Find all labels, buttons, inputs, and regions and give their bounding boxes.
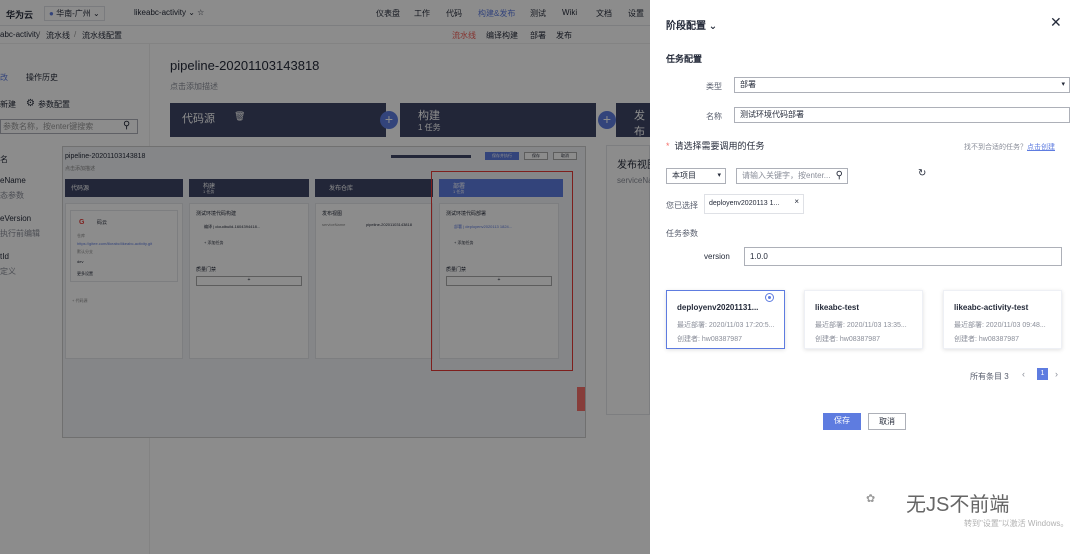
version-input[interactable]: 1.0.0 — [744, 247, 1062, 266]
close-icon[interactable]: ✕ — [1050, 14, 1062, 31]
create-link[interactable]: 点击创建 — [1027, 144, 1055, 151]
activate-windows: 转到"设置"以激活 Windows。 — [964, 519, 1069, 528]
type-label: 类型 — [706, 82, 722, 91]
caret-down-icon: ▾ — [1061, 81, 1065, 88]
panel-title[interactable]: 阶段配置 ⌄ — [666, 17, 717, 32]
task-search-input[interactable]: 请输入关键字，按enter... ⚲ — [736, 168, 848, 184]
pager-total: 所有条目 3 — [970, 372, 1009, 381]
caret-down-icon: ▾ — [717, 172, 721, 179]
selected-chip: deployenv2020113 1... × — [704, 194, 804, 214]
type-select[interactable]: 部署 ▾ — [734, 77, 1070, 93]
background-app: 华为云 ● 华南-广州 ⌄ likeabc-activity ⌄ ☆ 仪表盘 工… — [0, 0, 650, 554]
scope-select[interactable]: 本项目 ▾ — [666, 168, 726, 184]
section-title: 任务配置 — [666, 54, 703, 64]
name-label: 名称 — [706, 112, 722, 121]
choose-task-title: * 请选择需要调用的任务 — [666, 141, 765, 151]
params-label: 任务参数 — [666, 229, 698, 238]
radio-selected[interactable] — [765, 293, 774, 302]
name-input[interactable]: 测试环境代码部署 — [734, 107, 1070, 123]
refresh-icon[interactable]: ↻ — [918, 168, 926, 179]
cancel-button[interactable]: 取消 — [868, 413, 906, 430]
task-card[interactable]: likeabc-test 最近部署: 2020/11/03 13:35... 创… — [804, 290, 923, 349]
required-mark: * — [666, 141, 670, 151]
prev-page-icon[interactable]: ‹ — [1022, 369, 1025, 379]
search-icon[interactable]: ⚲ — [836, 169, 843, 183]
version-label: version — [704, 252, 730, 261]
chevron-down-icon: ⌄ — [708, 21, 718, 32]
remove-icon[interactable]: × — [794, 197, 799, 206]
task-card[interactable]: deployenv20201131... 最近部署: 2020/11/03 17… — [666, 290, 785, 349]
not-found-text: 找不到合适的任务？ — [964, 144, 1027, 151]
wechat-icon: ✿ — [866, 493, 876, 505]
task-card[interactable]: likeabc-activity-test 最近部署: 2020/11/03 0… — [943, 290, 1062, 349]
save-button[interactable]: 保存 — [823, 413, 861, 430]
selected-label: 您已选择 — [666, 201, 698, 210]
next-page-icon[interactable]: › — [1055, 369, 1058, 379]
stage-config-panel: 阶段配置 ⌄ ✕ 任务配置 类型 部署 ▾ 名称 测试环境代码部署 * 请选择需要… — [650, 0, 1080, 554]
page-1[interactable]: 1 — [1037, 368, 1048, 380]
modal-overlay[interactable] — [0, 0, 650, 554]
watermark: 无JS不前端 — [906, 494, 1010, 516]
